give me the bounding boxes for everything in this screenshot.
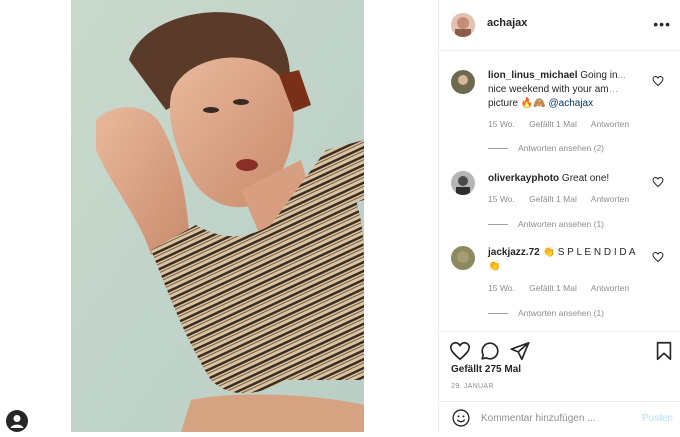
comment-mention[interactable]: @achajax bbox=[548, 98, 593, 109]
comment-heart-icon[interactable] bbox=[652, 176, 664, 188]
comment-body: Great one! bbox=[561, 173, 610, 184]
author-username[interactable]: achajax bbox=[487, 17, 527, 29]
comment-like-count[interactable]: Gefällt 1 Mal bbox=[529, 283, 577, 293]
comment-age: 15 Wo. bbox=[488, 194, 515, 204]
post-actions: Gefällt 275 Mal 29. JANUAR Kommentar hin… bbox=[439, 331, 680, 433]
comment-username[interactable]: lion_linus_michael bbox=[488, 70, 577, 81]
more-icon[interactable]: ••• bbox=[653, 16, 671, 32]
reply-button[interactable]: Antworten bbox=[591, 119, 629, 129]
bookmark-icon[interactable] bbox=[653, 340, 675, 362]
reply-button[interactable]: Antworten bbox=[591, 194, 629, 204]
commenter-avatar[interactable] bbox=[451, 70, 475, 94]
view-replies-button[interactable]: Antworten ansehen (1) bbox=[488, 308, 604, 318]
like-count[interactable]: Gefällt 275 Mal bbox=[451, 364, 521, 375]
comment-body-part: Going in bbox=[580, 70, 618, 81]
comment-username[interactable]: jackjazz.72 bbox=[488, 247, 540, 258]
post-header: achajax ••• bbox=[439, 0, 680, 51]
post-photo bbox=[71, 0, 364, 432]
comment-body-faded: ... bbox=[617, 70, 626, 81]
post-side-panel: achajax ••• lion_linus_michael Going in.… bbox=[438, 0, 680, 432]
reply-divider bbox=[488, 224, 508, 226]
comment-like-count[interactable]: Gefällt 1 Mal bbox=[529, 119, 577, 129]
comment-input[interactable]: Kommentar hinzufügen ... bbox=[481, 413, 596, 424]
comment-username[interactable]: oliverkayphoto bbox=[488, 173, 559, 184]
view-replies-label: Antworten ansehen (1) bbox=[518, 308, 604, 318]
comment-meta: 15 Wo. Gefällt 1 Mal Antworten bbox=[488, 283, 641, 293]
heart-icon[interactable] bbox=[449, 340, 471, 362]
share-icon[interactable] bbox=[509, 340, 531, 362]
comment-text: lion_linus_michael Going in... nice week… bbox=[488, 69, 644, 111]
comment-body-faded: … bbox=[608, 84, 619, 95]
comment-age: 15 Wo. bbox=[488, 119, 515, 129]
view-replies-button[interactable]: Antworten ansehen (1) bbox=[488, 219, 604, 229]
comment-heart-icon[interactable] bbox=[652, 251, 664, 263]
smiley-icon[interactable] bbox=[451, 408, 471, 428]
commenter-avatar[interactable] bbox=[451, 246, 475, 270]
author-avatar[interactable] bbox=[451, 13, 475, 37]
comment-text: oliverkayphoto Great one! bbox=[488, 172, 644, 186]
view-replies-label: Antworten ansehen (1) bbox=[518, 219, 604, 229]
comment-text: jackjazz.72 👏 S P L E N D I D A 👏 bbox=[488, 246, 644, 274]
post-comment-button[interactable]: Posten bbox=[642, 413, 673, 424]
comment-meta: 15 Wo. Gefällt 1 Mal Antworten bbox=[488, 119, 641, 129]
comment-heart-icon[interactable] bbox=[652, 75, 664, 87]
reply-divider bbox=[488, 148, 508, 150]
reply-divider bbox=[488, 313, 508, 315]
view-replies-label: Antworten ansehen (2) bbox=[518, 143, 604, 153]
commenter-avatar[interactable] bbox=[451, 171, 475, 195]
profile-icon[interactable] bbox=[6, 410, 28, 432]
comment-emojis: 🔥🙈 bbox=[520, 98, 546, 109]
comment-age: 15 Wo. bbox=[488, 283, 515, 293]
comment-meta: 15 Wo. Gefällt 1 Mal Antworten bbox=[488, 194, 641, 204]
add-comment-bar: Kommentar hinzufügen ... Posten bbox=[439, 401, 680, 434]
view-replies-button[interactable]: Antworten ansehen (2) bbox=[488, 143, 604, 153]
post-date: 29. JANUAR bbox=[451, 383, 494, 390]
reply-button[interactable]: Antworten bbox=[591, 283, 629, 293]
comment-like-count[interactable]: Gefällt 1 Mal bbox=[529, 194, 577, 204]
comment-icon[interactable] bbox=[479, 340, 501, 362]
comments-list: lion_linus_michael Going in... nice week… bbox=[439, 51, 680, 331]
comment-body-part: nice weekend with your am bbox=[488, 84, 609, 95]
comment-body-part: picture bbox=[488, 98, 519, 109]
